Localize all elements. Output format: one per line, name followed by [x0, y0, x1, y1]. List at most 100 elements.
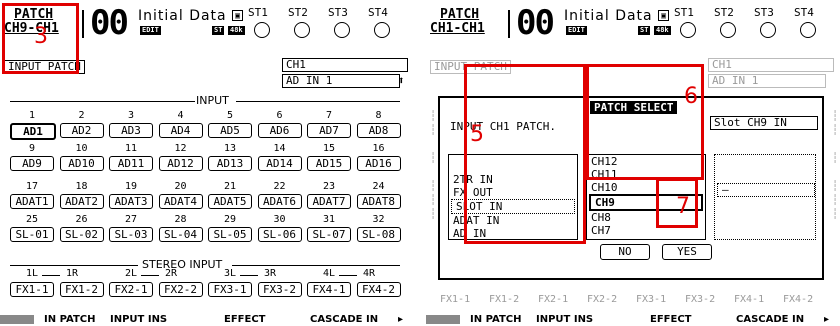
channel-number-label: 24 — [372, 181, 385, 192]
tab-next-arrow-icon[interactable]: ▸ — [824, 314, 829, 325]
fx-slot-button[interactable]: FX3-1 — [208, 282, 252, 297]
input-slot-button[interactable]: AD11 — [109, 156, 153, 171]
input-slot-button[interactable]: ADAT3 — [109, 194, 153, 209]
st4-label: ST4 — [794, 6, 814, 19]
tab-cascade-in[interactable]: CASCADE IN — [736, 314, 804, 325]
channel-number-label: 6 — [276, 110, 283, 121]
input-slot-button[interactable]: ADAT4 — [158, 194, 203, 209]
input-slot-button[interactable]: SL-05 — [208, 227, 252, 242]
fx-slot-button[interactable]: FX3-2 — [257, 282, 302, 297]
background-fx-label: FX3-1 — [636, 294, 667, 305]
input-slot-button[interactable]: AD15 — [307, 156, 351, 171]
input-slot-button[interactable]: ADAT5 — [208, 194, 252, 209]
channel-number-label: 11 — [124, 143, 138, 154]
input-title: INPUT — [196, 94, 229, 107]
st2-knob-icon[interactable] — [720, 22, 736, 38]
channel-name: CH1 — [282, 58, 408, 72]
tab-cascade-in[interactable]: CASCADE IN — [310, 314, 378, 325]
input-slot-button[interactable]: AD12 — [158, 156, 203, 171]
input-slot-button[interactable]: AD8 — [356, 123, 401, 138]
channel-number-label: 21 — [223, 181, 237, 192]
fx-slot-button[interactable]: FX2-2 — [158, 282, 203, 297]
fx-slot-button[interactable]: FX4-2 — [356, 282, 401, 297]
stereo-left-label: 3L — [223, 268, 237, 279]
input-slot-button[interactable]: AD5 — [208, 123, 252, 138]
input-slot-button[interactable]: AD2 — [59, 123, 104, 138]
tab-input-ins[interactable]: INPUT INS — [110, 314, 167, 325]
input-slot-button[interactable]: AD3 — [109, 123, 153, 138]
channel-number-label: 28 — [174, 214, 187, 225]
input-slot-button[interactable]: SL-07 — [307, 227, 351, 242]
annotation-box-6 — [586, 64, 704, 180]
stereo-left-label: 1L — [25, 268, 39, 279]
tab-in-patch[interactable]: IN PATCH — [44, 314, 95, 325]
sample-rate-indicator: 48k — [654, 26, 671, 35]
input-slot-button[interactable]: ADAT6 — [257, 194, 302, 209]
input-slot-button[interactable]: AD10 — [59, 156, 104, 171]
patch-range-label: CH1-CH1 — [430, 21, 485, 36]
input-slot-button[interactable]: SL-06 — [257, 227, 302, 242]
st4-knob-icon[interactable] — [374, 22, 390, 38]
background-fx-label: FX3-2 — [685, 294, 716, 305]
tab-input-ins[interactable]: INPUT INS — [536, 314, 593, 325]
header-divider — [82, 10, 84, 38]
background-fx-label: FX2-1 — [538, 294, 569, 305]
channel-number-label: 19 — [124, 181, 138, 192]
extra-item[interactable]: – — [717, 183, 815, 197]
tab-next-arrow-icon[interactable]: ▸ — [398, 314, 403, 325]
st4-knob-icon[interactable] — [800, 22, 816, 38]
stereo-left-label: 2L — [124, 268, 138, 279]
stereo-right-label: 3R — [263, 268, 277, 279]
input-slot-button[interactable]: AD16 — [356, 156, 401, 171]
input-slot-button[interactable]: AD9 — [10, 156, 54, 171]
edit-indicator: EDIT — [566, 26, 587, 35]
extra-list[interactable]: – — [714, 154, 816, 240]
st2-label: ST2 — [288, 6, 308, 19]
input-slot-button[interactable]: ADAT8 — [356, 194, 401, 209]
fx-slot-button[interactable]: FX1-1 — [10, 282, 54, 297]
channel-number-label: 10 — [75, 143, 88, 154]
st1-knob-icon[interactable] — [680, 22, 696, 38]
left-screen: PATCH CH9-CH1 00 Initial Data EDIT ▣ ST … — [0, 0, 414, 326]
channel-number-label: 22 — [273, 181, 286, 192]
tab-selector-icon — [0, 315, 34, 324]
channel-number-label: 13 — [223, 143, 237, 154]
channel-number-label: 31 — [322, 214, 336, 225]
fx-slot-button[interactable]: FX1-2 — [59, 282, 104, 297]
input-slot-button[interactable]: SL-08 — [356, 227, 401, 242]
input-slot-button[interactable]: ADAT2 — [59, 194, 104, 209]
background-fx-label: FX2-2 — [587, 294, 618, 305]
no-button[interactable]: NO — [600, 244, 650, 260]
annotation-label-6: 6 — [684, 84, 698, 109]
yes-button[interactable]: YES — [662, 244, 712, 260]
input-slot-button[interactable]: SL-01 — [10, 227, 54, 242]
background-left-hint: ┆ ┆ ┆ ┆ ┆ ┆ — [430, 111, 437, 220]
st1-knob-icon[interactable] — [254, 22, 270, 38]
input-slot-button[interactable]: ADAT1 — [10, 194, 54, 209]
fx-slot-button[interactable]: FX2-1 — [109, 282, 153, 297]
st3-knob-icon[interactable] — [760, 22, 776, 38]
tab-in-patch[interactable]: IN PATCH — [470, 314, 521, 325]
fx-slot-button[interactable]: FX4-1 — [307, 282, 351, 297]
st3-knob-icon[interactable] — [334, 22, 350, 38]
input-slot-button[interactable]: AD13 — [208, 156, 252, 171]
scene-title: Initial Data — [564, 8, 653, 24]
input-slot-button[interactable]: AD6 — [257, 123, 302, 138]
background-fx-label: FX4-2 — [783, 294, 814, 305]
input-slot-button[interactable]: SL-02 — [59, 227, 104, 242]
stereo-right-label: 1R — [65, 268, 79, 279]
input-slot-button[interactable]: SL-03 — [109, 227, 153, 242]
input-slot-button[interactable]: AD4 — [158, 123, 203, 138]
input-slot-button[interactable]: ADAT7 — [307, 194, 351, 209]
tab-effect[interactable]: EFFECT — [650, 314, 691, 325]
channel-number-label: 29 — [223, 214, 237, 225]
input-slot-button[interactable]: AD1 — [10, 123, 56, 140]
left-tab-bar: IN PATCH INPUT INS EFFECT CASCADE IN ▸ — [0, 314, 414, 326]
tab-effect[interactable]: EFFECT — [224, 314, 265, 325]
input-slot-button[interactable]: SL-04 — [158, 227, 203, 242]
input-slot-button[interactable]: AD14 — [257, 156, 302, 171]
st3-label: ST3 — [328, 6, 348, 19]
scene-number: 00 — [90, 3, 129, 43]
st2-knob-icon[interactable] — [294, 22, 310, 38]
input-slot-button[interactable]: AD7 — [307, 123, 351, 138]
